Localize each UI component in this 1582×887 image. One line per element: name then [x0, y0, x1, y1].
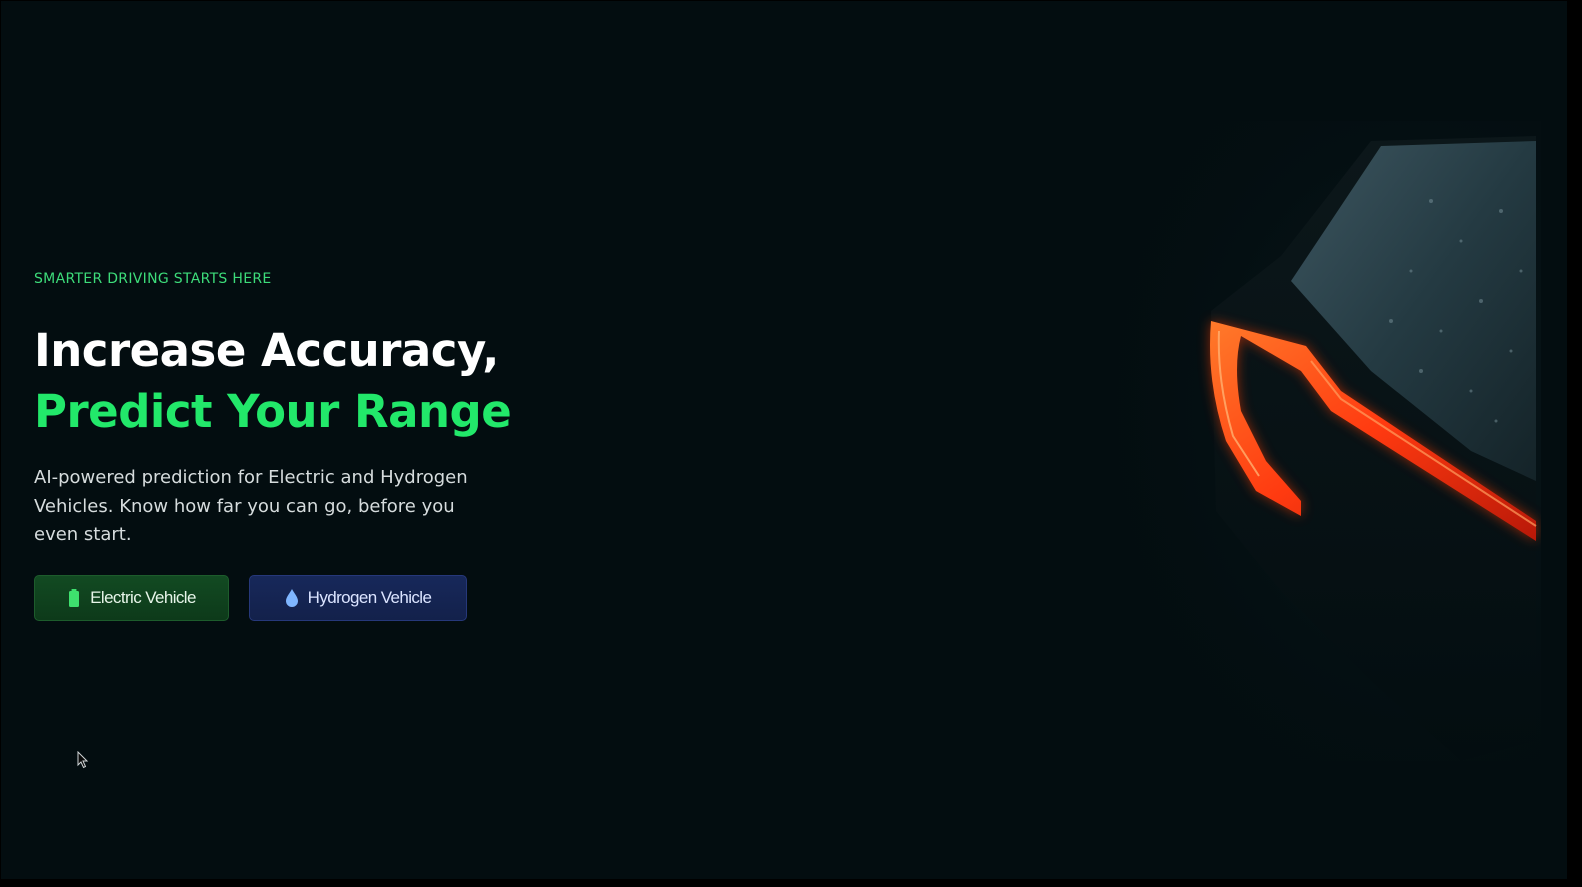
hydrogen-vehicle-button[interactable]: Hydrogen Vehicle: [249, 574, 467, 621]
hero-section: SMARTER DRIVING STARTS HERE Increase Acc…: [34, 269, 554, 621]
car-tail-light-image: [1041, 121, 1541, 761]
electric-vehicle-label: Electric Vehicle: [90, 587, 196, 607]
headline-line-1: Increase Accuracy,: [34, 324, 499, 377]
mouse-cursor-icon: [77, 751, 89, 769]
electric-vehicle-button[interactable]: Electric Vehicle: [34, 574, 229, 621]
hydrogen-vehicle-label: Hydrogen Vehicle: [307, 587, 432, 607]
vehicle-type-buttons: Electric Vehicle Hydrogen Vehicle: [34, 574, 554, 621]
battery-icon: [67, 588, 81, 607]
hero-description: AI-powered prediction for Electric and H…: [34, 467, 468, 545]
hero-headline: Increase Accuracy, Predict Your Range: [34, 320, 554, 442]
hero-eyebrow: SMARTER DRIVING STARTS HERE: [34, 271, 272, 287]
landing-screen: SMARTER DRIVING STARTS HERE Increase Acc…: [1, 1, 1567, 879]
headline-line-2: Predict Your Range: [34, 385, 512, 438]
water-drop-icon: [285, 588, 299, 607]
